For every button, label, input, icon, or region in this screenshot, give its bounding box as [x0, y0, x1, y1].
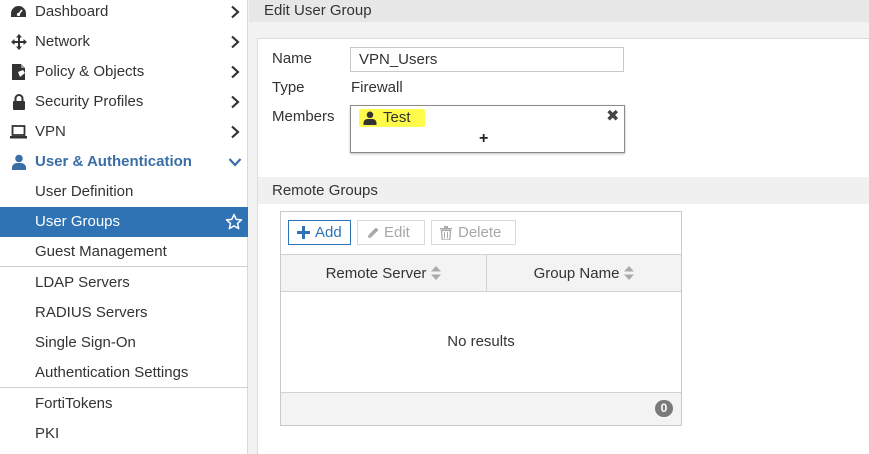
- network-move-icon: [10, 34, 27, 50]
- pencil-icon: [366, 226, 380, 240]
- member-name: Test: [383, 109, 411, 126]
- add-member-button[interactable]: +: [479, 130, 488, 148]
- column-header-remote-server[interactable]: Remote Server: [281, 255, 486, 291]
- sidebar-subitem-label: Authentication Settings: [35, 364, 189, 381]
- type-value: Firewall: [351, 79, 403, 96]
- sidebar-subitem-label: Single Sign-On: [35, 334, 136, 351]
- remote-groups-section-header: Remote Groups: [258, 177, 869, 204]
- sidebar-item-label: User & Authentication: [35, 153, 192, 170]
- column-header-group-name[interactable]: Group Name: [487, 255, 681, 291]
- sidebar-subitem-guest-management[interactable]: Guest Management: [0, 237, 248, 267]
- members-label: Members: [272, 108, 335, 125]
- sidebar-item-dashboard[interactable]: Dashboard: [0, 0, 248, 27]
- sidebar-subitem-label: RADIUS Servers: [35, 304, 148, 321]
- chevron-right-icon: [231, 125, 240, 139]
- chevron-right-icon: [231, 95, 240, 109]
- policy-document-icon: [10, 64, 27, 80]
- column-header-label: Remote Server: [325, 264, 427, 282]
- table-header-row: Remote Server Group Name: [281, 254, 681, 292]
- chevron-right-icon: [231, 65, 240, 79]
- name-input[interactable]: VPN_Users: [350, 47, 624, 72]
- sidebar-subitem-label: User Groups: [35, 213, 121, 230]
- sidebar-item-network[interactable]: Network: [0, 27, 248, 57]
- sidebar-subitem-ldap-servers[interactable]: LDAP Servers: [0, 268, 248, 298]
- page-header: Edit User Group: [249, 0, 869, 22]
- sidebar-item-policy-objects[interactable]: Policy & Objects: [0, 57, 248, 87]
- plus-icon: [297, 226, 311, 240]
- sidebar-item-label: Policy & Objects: [35, 63, 145, 80]
- delete-button-label: Delete: [458, 224, 502, 241]
- table-footer: 0: [281, 392, 681, 425]
- remote-groups-table: Add Edit Delete Remote Server Group Name: [280, 211, 682, 426]
- sidebar-divider: [0, 266, 248, 267]
- sidebar-subitem-user-groups[interactable]: User Groups: [0, 207, 248, 237]
- sidebar-subitem-label: User Definition: [35, 183, 134, 200]
- sidebar-subitem-pki[interactable]: PKI: [0, 419, 248, 449]
- add-remote-group-button[interactable]: Add: [288, 220, 351, 245]
- chevron-right-icon: [231, 35, 240, 49]
- sidebar-item-label: Security Profiles: [35, 93, 144, 110]
- sidebar-item-label: Network: [35, 33, 91, 50]
- sidebar-item-security-profiles[interactable]: Security Profiles: [0, 87, 248, 117]
- sidebar-subitem-label: PKI: [35, 425, 60, 442]
- sidebar-subitem-single-sign-on[interactable]: Single Sign-On: [0, 328, 248, 358]
- edit-button-label: Edit: [384, 224, 410, 241]
- name-label: Name: [272, 50, 313, 67]
- sidebar-subitem-radius-servers[interactable]: RADIUS Servers: [0, 298, 248, 328]
- sidebar-item-vpn[interactable]: VPN: [0, 117, 248, 147]
- chevron-right-icon: [231, 5, 240, 19]
- delete-remote-group-button[interactable]: Delete: [431, 220, 516, 245]
- user-icon: [363, 111, 377, 125]
- sidebar-subitem-fortitokens[interactable]: FortiTokens: [0, 389, 248, 419]
- add-button-label: Add: [315, 224, 342, 241]
- lock-icon: [10, 94, 27, 110]
- sidebar-subitem-user-definition[interactable]: User Definition: [0, 177, 248, 207]
- sidebar-subitem-label: FortiTokens: [35, 395, 113, 412]
- sort-icon: [624, 266, 635, 280]
- sidebar-item-user-authentication[interactable]: User & Authentication: [0, 147, 248, 177]
- sidebar: Dashboard Network Policy & Objects Secur…: [0, 0, 248, 454]
- chevron-down-icon: [228, 158, 242, 167]
- result-count-badge: 0: [655, 400, 673, 417]
- sort-icon: [431, 266, 442, 280]
- member-chip[interactable]: Test: [359, 108, 425, 128]
- remove-member-icon[interactable]: ✖: [606, 109, 619, 125]
- sidebar-subitem-label: LDAP Servers: [35, 274, 130, 291]
- edit-remote-group-button[interactable]: Edit: [357, 220, 425, 245]
- sidebar-subitem-authentication-settings[interactable]: Authentication Settings: [0, 358, 248, 388]
- page-title: Edit User Group: [264, 2, 372, 19]
- user-icon: [10, 154, 27, 170]
- sidebar-divider: [0, 387, 248, 388]
- sidebar-item-label: VPN: [35, 123, 66, 140]
- dashboard-icon: [10, 4, 27, 20]
- column-header-label: Group Name: [533, 264, 620, 282]
- type-label: Type: [272, 79, 305, 96]
- empty-state-text: No results: [447, 333, 515, 350]
- remote-groups-title: Remote Groups: [272, 182, 378, 199]
- edit-user-group-form: Name VPN_Users Type Firewall Members Tes…: [257, 38, 869, 454]
- members-field[interactable]: Test ✖ +: [350, 105, 625, 153]
- sidebar-subitem-label: Guest Management: [35, 243, 167, 260]
- sidebar-item-label: Dashboard: [35, 3, 109, 20]
- laptop-icon: [10, 124, 27, 140]
- favorite-star-icon[interactable]: [225, 213, 243, 231]
- trash-icon: [440, 225, 454, 240]
